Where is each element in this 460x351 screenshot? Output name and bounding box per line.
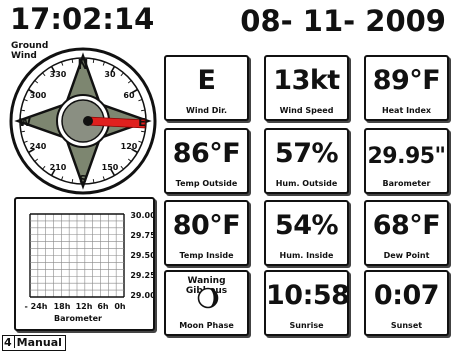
baro-y-label-29-25: 29.25: [130, 271, 153, 280]
heat-index-value: 89°F: [372, 65, 441, 96]
dew-point-label: Dew Point: [383, 251, 430, 260]
tile-hum-inside: 54% Hum. Inside: [264, 200, 349, 266]
compass-east-label: E: [138, 116, 146, 129]
barometer-value: 29.95": [367, 144, 446, 169]
compass-deg-210: 210: [50, 163, 67, 172]
tile-sunset: 0:07 Sunset: [364, 270, 449, 336]
heat-index-label: Heat Index: [381, 106, 432, 115]
mode-number: 4: [4, 336, 12, 349]
temp-inside-label: Temp Inside: [179, 251, 234, 260]
baro-graph-title: Barometer: [54, 314, 102, 323]
wind-compass: N E S W 30 60 120 150 210 240 300 330: [9, 47, 157, 195]
compass-north-label: N: [78, 58, 89, 73]
wind-direction-label: Wind Dir.: [186, 106, 227, 115]
temp-inside-value: 80°F: [172, 210, 241, 241]
moon-phase-label: Moon Phase: [179, 321, 234, 330]
hum-inside-label: Hum. Inside: [279, 251, 334, 260]
baro-y-label-29-00: 29.00: [130, 291, 153, 300]
barometer-history-panel: 30.00 29.75 29.50 29.25 29.00 - 24h 18h …: [14, 197, 155, 331]
compass-deg-150: 150: [102, 163, 119, 172]
tile-heat-index: 89°F Heat Index: [364, 55, 449, 121]
tile-temp-inside: 80°F Temp Inside: [164, 200, 249, 266]
baro-x-label-12h: 12h: [76, 302, 93, 311]
tile-sunrise: 10:58 Sunrise: [264, 270, 350, 336]
hum-outside-label: Hum. Outside: [275, 179, 338, 188]
clock-time: 17:02:14: [10, 2, 155, 36]
temp-outside-label: Temp Outside: [175, 179, 238, 188]
compass-deg-330: 330: [50, 70, 67, 79]
baro-x-label-18h: 18h: [54, 302, 71, 311]
temp-outside-value: 86°F: [172, 138, 241, 169]
dew-point-value: 68°F: [372, 210, 441, 241]
mode-indicator[interactable]: 4 Manual: [2, 335, 66, 351]
compass-pivot: [83, 116, 93, 126]
barometer-grid: [29, 213, 125, 298]
sunrise-value: 10:58: [266, 280, 350, 311]
sunset-label: Sunset: [390, 321, 423, 330]
baro-x-label-6h: 6h: [97, 302, 109, 311]
compass-deg-60: 60: [123, 91, 135, 100]
wind-speed-label: Wind Speed: [279, 106, 334, 115]
baro-y-label-30-00: 30.00: [130, 211, 153, 220]
tile-temp-outside: 86°F Temp Outside: [164, 128, 249, 194]
hum-outside-value: 57%: [274, 138, 339, 169]
tile-moon-phase: Waning Gibbous Moon Phase: [164, 270, 249, 336]
mode-name: Manual: [16, 336, 62, 349]
baro-x-label-24h: - 24h: [25, 302, 48, 311]
moon-icon: [197, 287, 219, 309]
tile-dew-point: 68°F Dew Point: [364, 200, 449, 266]
compass-deg-120: 120: [121, 142, 138, 151]
tile-wind-speed: 13kt Wind Speed: [264, 55, 349, 121]
baro-y-label-29-75: 29.75: [130, 231, 153, 240]
wind-direction-value: E: [197, 65, 216, 96]
baro-y-label-29-50: 29.50: [130, 251, 153, 260]
tile-barometer: 29.95" Barometer: [364, 128, 449, 194]
sunset-value: 0:07: [373, 280, 440, 311]
compass-deg-240: 240: [30, 142, 47, 151]
mode-divider: [13, 336, 15, 348]
barometer-history-graph: 30.00 29.75 29.50 29.25 29.00 - 24h 18h …: [25, 211, 153, 323]
tile-wind-direction: E Wind Dir.: [164, 55, 249, 121]
wind-speed-value: 13kt: [273, 65, 340, 96]
tile-hum-outside: 57% Hum. Outside: [264, 128, 349, 194]
compass-west-label: W: [19, 116, 31, 129]
baro-x-label-0h: 0h: [114, 302, 126, 311]
sunrise-label: Sunrise: [289, 321, 324, 330]
compass-south-label: S: [79, 173, 87, 186]
hum-inside-value: 54%: [274, 210, 339, 241]
barometer-label: Barometer: [382, 179, 431, 188]
date-display: 08- 11- 2009: [240, 4, 446, 38]
compass-deg-300: 300: [30, 91, 47, 100]
compass-deg-30: 30: [104, 70, 116, 79]
weather-station-screen: 17:02:14 08- 11- 2009 Ground Wind N E S …: [0, 0, 460, 351]
